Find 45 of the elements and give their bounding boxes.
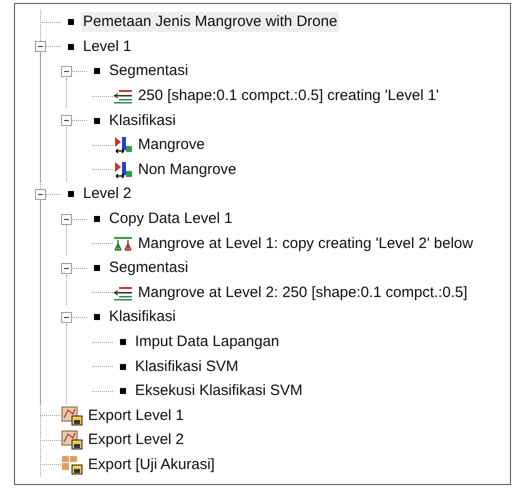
bullet-icon xyxy=(94,118,100,124)
bullet-icon xyxy=(120,364,126,370)
tree-item-label[interactable]: Non Mangrove xyxy=(136,160,238,180)
bullet-icon xyxy=(120,388,126,394)
tree-item-label[interactable]: Segmentasi xyxy=(107,258,190,278)
tree-item-label[interactable]: Eksekusi Klasifikasi SVM xyxy=(133,381,305,402)
collapse-toggle[interactable] xyxy=(61,115,72,126)
bullet-icon xyxy=(94,265,100,272)
classification-icon xyxy=(113,136,133,154)
collapse-toggle[interactable] xyxy=(61,66,72,77)
collapse-toggle[interactable] xyxy=(61,312,72,323)
segmentation-icon xyxy=(113,88,133,104)
tree-item-label[interactable]: Level 1 xyxy=(81,36,134,57)
bullet-icon xyxy=(94,216,100,222)
export-grid-icon xyxy=(61,454,83,475)
tree-item-label[interactable]: Mangrove at Level 2: 250 [shape:0.1 compct.:0.5] xyxy=(136,282,470,303)
bullet-icon xyxy=(120,339,126,346)
bullet-icon xyxy=(94,68,100,74)
bullet-icon xyxy=(68,44,74,50)
tree-item-label[interactable]: Level 2 xyxy=(81,184,134,204)
tree-item-label[interactable]: Klasifikasi SVM xyxy=(133,356,240,377)
tree-item-label[interactable]: Klasifikasi xyxy=(107,307,178,328)
tree-item-label[interactable]: Imput Data Lapangan xyxy=(133,332,282,352)
collapse-toggle[interactable] xyxy=(61,214,72,225)
export-map-icon xyxy=(61,430,83,450)
collapse-toggle[interactable] xyxy=(61,262,72,274)
tree-item-label[interactable]: Mangrove at Level 1: copy creating 'Level 2' below xyxy=(136,234,476,254)
collapse-toggle[interactable] xyxy=(35,188,46,200)
tree-item-label[interactable]: Export [Uji Akurasi] xyxy=(86,454,217,475)
bullet-icon xyxy=(94,314,100,320)
tree-item-label[interactable]: 250 [shape:0.1 compct.:0.5] creating 'Level 1' xyxy=(136,86,441,106)
tree-item-label[interactable]: Export Level 2 xyxy=(86,430,186,450)
classification-icon xyxy=(113,160,133,179)
export-map-icon xyxy=(61,406,83,426)
tree-item-label[interactable]: Mangrove xyxy=(136,135,207,156)
tree-item-label[interactable]: Klasifikasi xyxy=(107,110,178,131)
copy-icon xyxy=(113,236,133,252)
bullet-icon xyxy=(68,191,74,198)
tree-item-label[interactable]: Export Level 1 xyxy=(86,406,186,426)
segmentation-icon xyxy=(113,284,133,301)
tree-item-label[interactable]: Copy Data Level 1 xyxy=(107,209,234,230)
tree-item-label[interactable]: Segmentasi xyxy=(107,61,190,82)
tree-item-label[interactable]: Pemetaan Jenis Mangrove with Drone xyxy=(81,12,340,32)
bullet-icon xyxy=(68,19,74,26)
collapse-toggle[interactable] xyxy=(35,41,46,52)
